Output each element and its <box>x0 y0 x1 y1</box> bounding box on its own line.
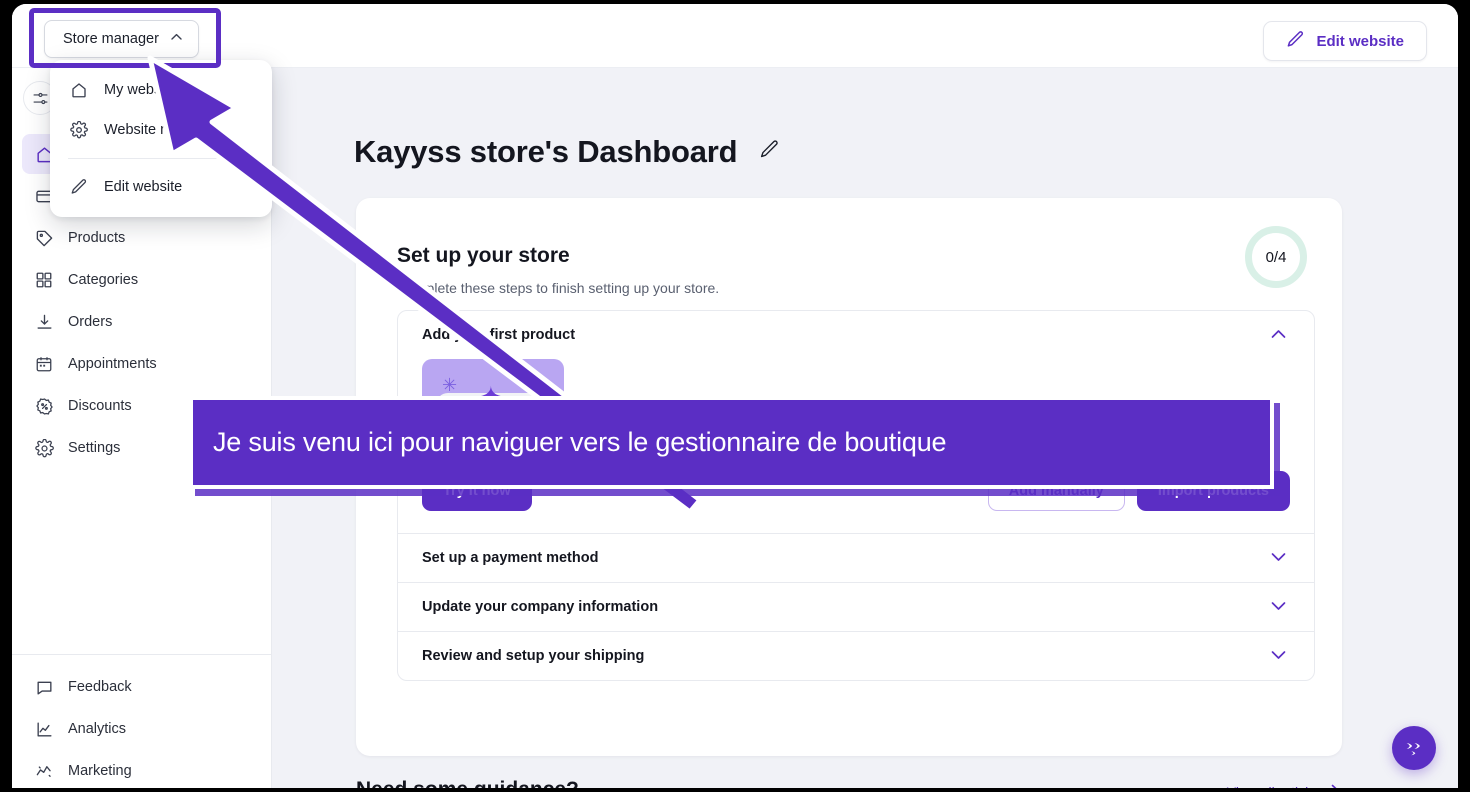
pencil-icon <box>1286 30 1305 53</box>
chevron-down-icon[interactable] <box>1271 550 1286 566</box>
sidebar-item-orders[interactable]: Orders <box>22 302 262 342</box>
sidebar-item-label: Feedback <box>68 679 132 695</box>
accordion-row-payment-method: Set up a payment method <box>398 533 1314 582</box>
edit-website-button[interactable]: Edit website <box>1263 21 1427 61</box>
menu-item-label: Website manager <box>104 122 218 138</box>
trend-icon <box>34 761 54 781</box>
instruction-callout: Je suis venu ici pour naviguer vers le g… <box>189 396 1274 489</box>
sidebar-item-feedback[interactable]: Feedback <box>22 667 262 707</box>
sidebar-secondary-nav: Feedback Analytics Marketing <box>12 654 272 788</box>
gear-icon <box>34 438 54 458</box>
setup-card-subtitle: Complete these steps to finish setting u… <box>397 280 720 296</box>
sidebar-item-label: Marketing <box>68 763 132 779</box>
accordion-row-shipping: Review and setup your shipping <box>398 631 1314 680</box>
chevron-down-icon[interactable] <box>1271 599 1286 615</box>
tag-icon <box>34 228 54 248</box>
pencil-icon[interactable] <box>759 139 780 165</box>
setup-card-title: Set up your store <box>397 244 570 267</box>
chevron-up-icon <box>171 33 182 44</box>
sidebar-item-label: Products <box>68 230 126 246</box>
chat-bubbles-icon[interactable] <box>1392 726 1436 770</box>
chat-icon <box>34 677 54 697</box>
store-manager-button[interactable]: Store manager <box>44 20 199 58</box>
sidebar-item-products[interactable]: Products <box>22 218 262 258</box>
sidebar-item-label: Settings <box>68 440 121 456</box>
menu-divider <box>68 158 254 159</box>
menu-item-website-manager[interactable]: Website manager <box>50 110 272 150</box>
home-icon <box>70 81 88 99</box>
accordion-header[interactable]: Set up a payment method <box>398 534 1314 582</box>
page-title: Kayyss store's Dashboard <box>354 134 738 169</box>
sidebar-item-label: Categories <box>68 272 139 288</box>
setup-progress-label: 0/4 <box>1265 248 1287 266</box>
download-icon <box>34 312 54 332</box>
view-all-articles-link[interactable]: View all articles <box>1227 784 1340 788</box>
sidebar-item-label: Analytics <box>68 721 127 737</box>
instruction-callout-text: Je suis venu ici pour naviguer vers le g… <box>213 427 947 457</box>
sidebar-item-analytics[interactable]: Analytics <box>22 709 262 749</box>
accordion-header[interactable]: Update your company information <box>398 583 1314 631</box>
accordion-header[interactable]: Add your first product <box>398 311 1314 359</box>
setup-progress-ring: 0/4 <box>1245 226 1307 288</box>
menu-item-my-websites[interactable]: My websites <box>50 70 272 110</box>
rays-icon: ✳ <box>442 375 458 395</box>
sidebar-item-categories[interactable]: Categories <box>22 260 262 300</box>
chevron-up-icon[interactable] <box>1271 327 1286 343</box>
sidebar-item-label: Discounts <box>68 398 132 414</box>
guidance-title: Need some guidance? <box>356 778 579 788</box>
menu-item-edit-website[interactable]: Edit website <box>50 167 272 207</box>
screenshot-frame: Store manager Edit website Products Cate… <box>0 0 1470 792</box>
menu-item-label: Edit website <box>104 179 183 195</box>
store-manager-dropdown-menu: My websites Website manager Edit website <box>50 60 272 217</box>
chart-icon <box>34 719 54 739</box>
chevron-down-icon[interactable] <box>1271 648 1286 664</box>
chevron-right-icon <box>1331 784 1340 788</box>
accordion-row-company-information: Update your company information <box>398 582 1314 631</box>
accordion-label: Update your company information <box>422 599 659 615</box>
calendar-icon <box>34 354 54 374</box>
discount-icon <box>34 396 54 416</box>
setup-steps-accordion: Add your first product ✳ ✦ <box>397 310 1315 681</box>
edit-website-label: Edit website <box>1316 32 1404 50</box>
accordion-label: Set up a payment method <box>422 550 599 566</box>
grid-icon <box>34 270 54 290</box>
page-title-row: Kayyss store's Dashboard <box>354 134 780 170</box>
sidebar-item-appointments[interactable]: Appointments <box>22 344 262 384</box>
accordion-label: Add your first product <box>422 327 576 343</box>
accordion-label: Review and setup your shipping <box>422 648 645 664</box>
store-manager-label: Store manager <box>63 31 159 47</box>
pencil-icon <box>70 178 88 196</box>
sidebar-item-label: Appointments <box>68 356 157 372</box>
top-bar: Store manager Edit website <box>12 4 1458 68</box>
sidebar-item-marketing[interactable]: Marketing <box>22 751 262 788</box>
view-all-articles-label: View all articles <box>1227 784 1323 788</box>
accordion-header[interactable]: Review and setup your shipping <box>398 632 1314 680</box>
menu-item-label: My websites <box>104 82 184 98</box>
gear-icon <box>70 121 88 139</box>
sidebar-item-label: Orders <box>68 314 113 330</box>
